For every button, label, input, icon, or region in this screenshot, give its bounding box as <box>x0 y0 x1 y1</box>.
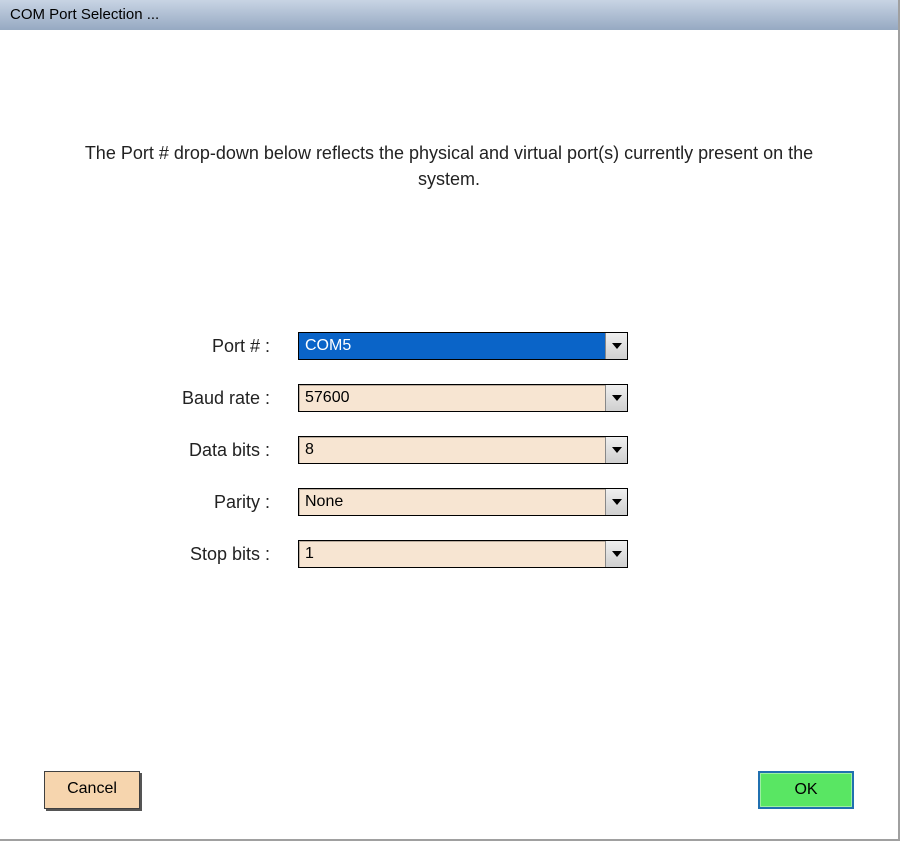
dropdown-parity-value: None <box>299 489 605 515</box>
dropdown-databits[interactable]: 8 <box>298 436 628 464</box>
label-port: Port # : <box>0 336 298 357</box>
chevron-down-icon[interactable] <box>605 541 627 567</box>
chevron-down-icon[interactable] <box>605 385 627 411</box>
dropdown-baud[interactable]: 57600 <box>298 384 628 412</box>
dropdown-baud-value: 57600 <box>299 385 605 411</box>
description-text: The Port # drop-down below reflects the … <box>0 140 898 192</box>
row-port: Port # : COM5 <box>0 320 898 372</box>
dropdown-stopbits[interactable]: 1 <box>298 540 628 568</box>
dropdown-parity[interactable]: None <box>298 488 628 516</box>
row-parity: Parity : None <box>0 476 898 528</box>
dialog-content: The Port # drop-down below reflects the … <box>0 30 898 839</box>
row-baud: Baud rate : 57600 <box>0 372 898 424</box>
dropdown-databits-value: 8 <box>299 437 605 463</box>
dialog-footer: Cancel OK <box>0 771 898 809</box>
dialog-window: COM Port Selection ... The Port # drop-d… <box>0 0 900 841</box>
window-title: COM Port Selection ... <box>10 6 159 23</box>
dropdown-port[interactable]: COM5 <box>298 332 628 360</box>
dropdown-port-value: COM5 <box>299 333 605 359</box>
titlebar: COM Port Selection ... <box>0 0 898 30</box>
dropdown-stopbits-value: 1 <box>299 541 605 567</box>
chevron-down-icon[interactable] <box>605 333 627 359</box>
ok-button[interactable]: OK <box>758 771 854 809</box>
row-databits: Data bits : 8 <box>0 424 898 476</box>
label-stopbits: Stop bits : <box>0 544 298 565</box>
label-databits: Data bits : <box>0 440 298 461</box>
cancel-button[interactable]: Cancel <box>44 771 140 809</box>
form: Port # : COM5 Baud rate : 57600 Data bit… <box>0 320 898 580</box>
chevron-down-icon[interactable] <box>605 437 627 463</box>
chevron-down-icon[interactable] <box>605 489 627 515</box>
row-stopbits: Stop bits : 1 <box>0 528 898 580</box>
label-baud: Baud rate : <box>0 388 298 409</box>
label-parity: Parity : <box>0 492 298 513</box>
